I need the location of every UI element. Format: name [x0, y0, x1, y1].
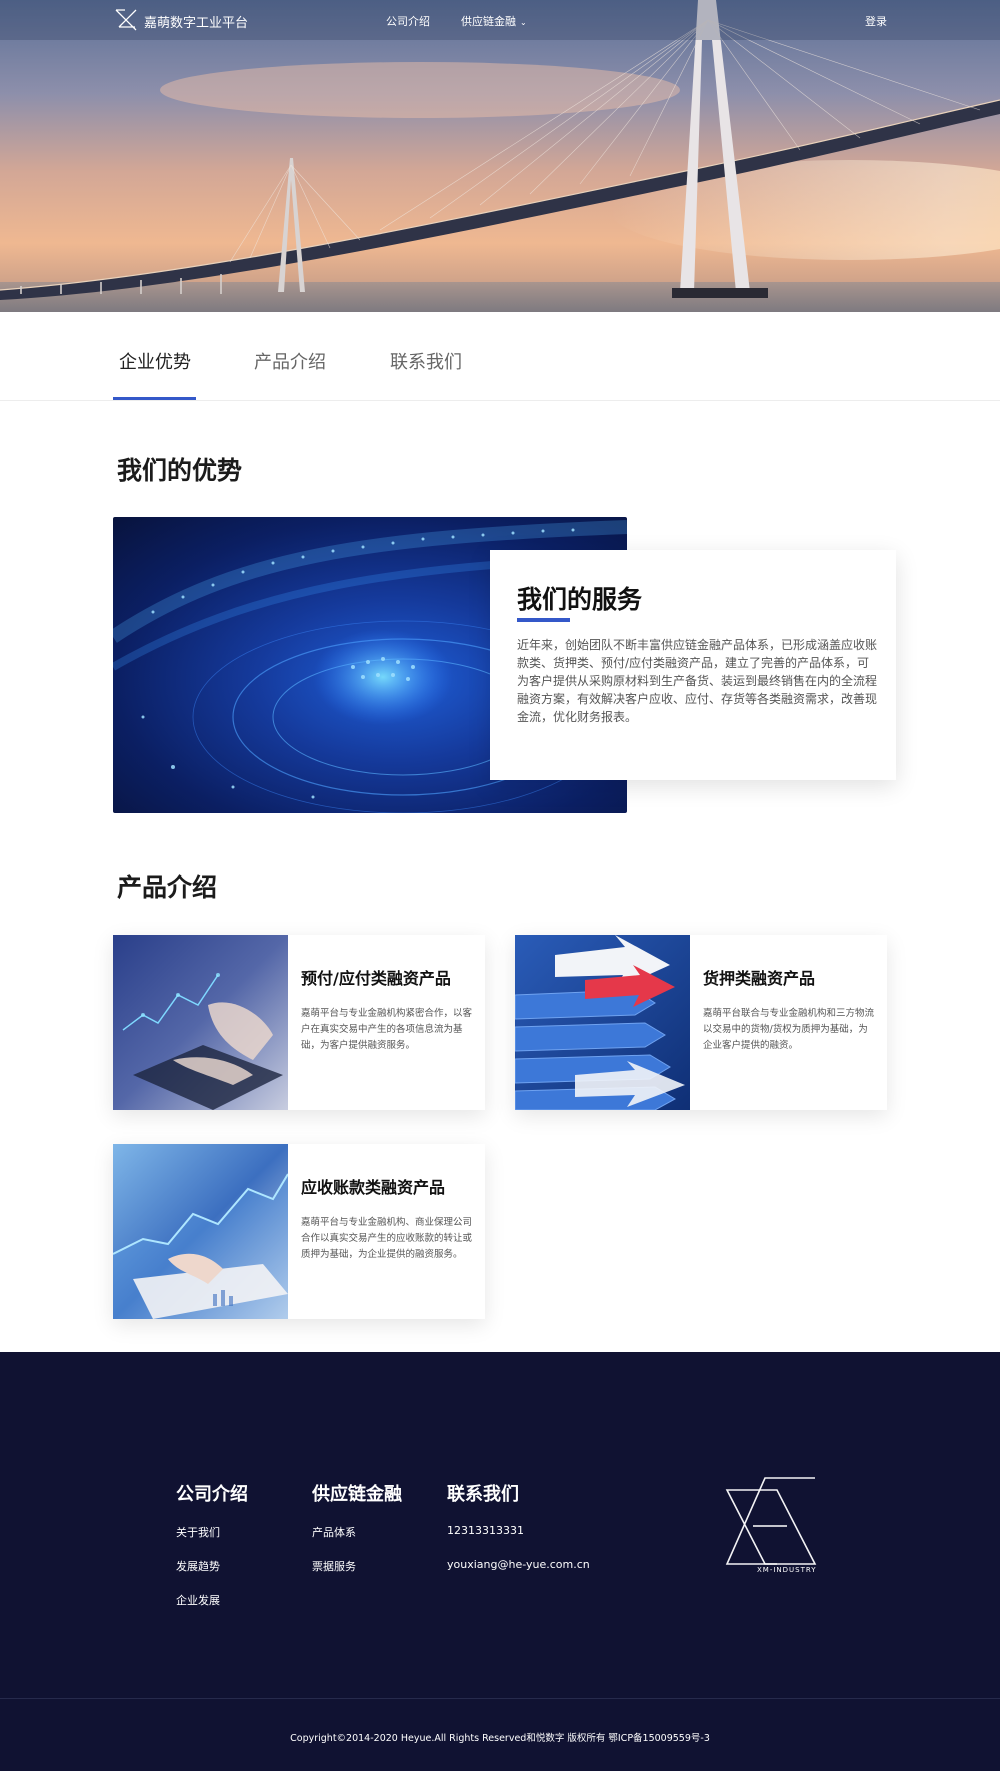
footer-link-development[interactable]: 企业发展 [176, 1592, 220, 1608]
product-name: 应收账款类融资产品 [301, 1178, 446, 1197]
product-image-arrows [515, 935, 690, 1110]
tab-products[interactable]: 产品介绍 [254, 348, 326, 374]
nav-supply-chain-finance-label: 供应链金融 [461, 15, 516, 28]
tab-advantages[interactable]: 企业优势 [119, 348, 191, 374]
site-footer: 公司介绍 关于我们 发展趋势 企业发展 供应链金融 产品体系 票据服务 联系我们… [0, 1352, 1000, 1771]
footer-email[interactable]: youxiang@he-yue.com.cn [447, 1558, 590, 1571]
footer-logo-text: XM-INDUSTRY [757, 1566, 817, 1574]
footer-title-contact: 联系我们 [447, 1484, 519, 1505]
product-name: 货押类融资产品 [703, 969, 816, 988]
chevron-down-icon: ⌄ [520, 18, 527, 27]
top-navbar: 嘉萌数字工业平台 公司介绍 供应链金融 ⌄ 登录 [0, 0, 1000, 40]
product-image-chart [113, 1144, 288, 1319]
products-title: 产品介绍 [117, 873, 218, 902]
product-name: 预付/应付类融资产品 [301, 969, 451, 988]
active-tab-indicator [113, 397, 196, 400]
service-description: 近年来，创始团队不断丰富供应链金融产品体系，已形成涵盖应收账款类、货押类、预付/… [517, 638, 878, 724]
brand-name[interactable]: 嘉萌数字工业平台 [144, 12, 248, 31]
xm-industry-logo [725, 1477, 817, 1565]
product-card-receivables[interactable]: 应收账款类融资产品 嘉萌平台与专业金融机构、商业保理公司合作以真实交易产生的应收… [113, 1144, 485, 1319]
footer-phone[interactable]: 12313313331 [447, 1524, 524, 1537]
footer-link-bill-service[interactable]: 票据服务 [312, 1558, 356, 1574]
product-image-laptop [113, 935, 288, 1110]
footer-link-trend[interactable]: 发展趋势 [176, 1558, 220, 1574]
footer-link-about[interactable]: 关于我们 [176, 1524, 220, 1540]
footer-divider [0, 1698, 1000, 1699]
product-card-pledge[interactable]: 货押类融资产品 嘉萌平台联合与专业金融机构和三方物流以交易中的货物/货权为质押为… [515, 935, 887, 1110]
service-title: 我们的服务 [517, 585, 643, 614]
bridge-image [0, 0, 1000, 312]
hero-banner: 嘉萌数字工业平台 公司介绍 供应链金融 ⌄ 登录 [0, 0, 1000, 312]
product-card-prepaid[interactable]: 预付/应付类融资产品 嘉萌平台与专业金融机构紧密合作，以客户在真实交易中产生的各… [113, 935, 485, 1110]
nav-supply-chain-finance[interactable]: 供应链金融 ⌄ [461, 13, 527, 29]
login-link[interactable]: 登录 [865, 13, 887, 29]
copyright-text: Copyright©2014-2020 Heyue.All Rights Res… [290, 1733, 710, 1744]
footer-link-product-system[interactable]: 产品体系 [312, 1524, 356, 1540]
footer-title-finance: 供应链金融 [312, 1484, 402, 1505]
service-title-underline [517, 618, 570, 622]
service-card: 我们的服务 近年来，创始团队不断丰富供应链金融产品体系，已形成涵盖应收账款类、货… [490, 550, 896, 780]
product-description: 嘉萌平台与专业金融机构紧密合作，以客户在真实交易中产生的各项信息流为基础，为客户… [301, 1008, 473, 1051]
nav-company-intro[interactable]: 公司介绍 [386, 13, 430, 29]
footer-title-company: 公司介绍 [176, 1484, 248, 1505]
x-logo-icon[interactable] [113, 7, 139, 33]
product-description: 嘉萌平台联合与专业金融机构和三方物流以交易中的货物/货权为质押为基础，为企业客户… [703, 1008, 875, 1051]
section-tabs: 企业优势 产品介绍 联系我们 [0, 312, 1000, 401]
product-description: 嘉萌平台与专业金融机构、商业保理公司合作以真实交易产生的应收账款的转让或质押为基… [301, 1217, 473, 1260]
tab-contact[interactable]: 联系我们 [390, 348, 462, 374]
advantages-title: 我们的优势 [117, 456, 243, 485]
